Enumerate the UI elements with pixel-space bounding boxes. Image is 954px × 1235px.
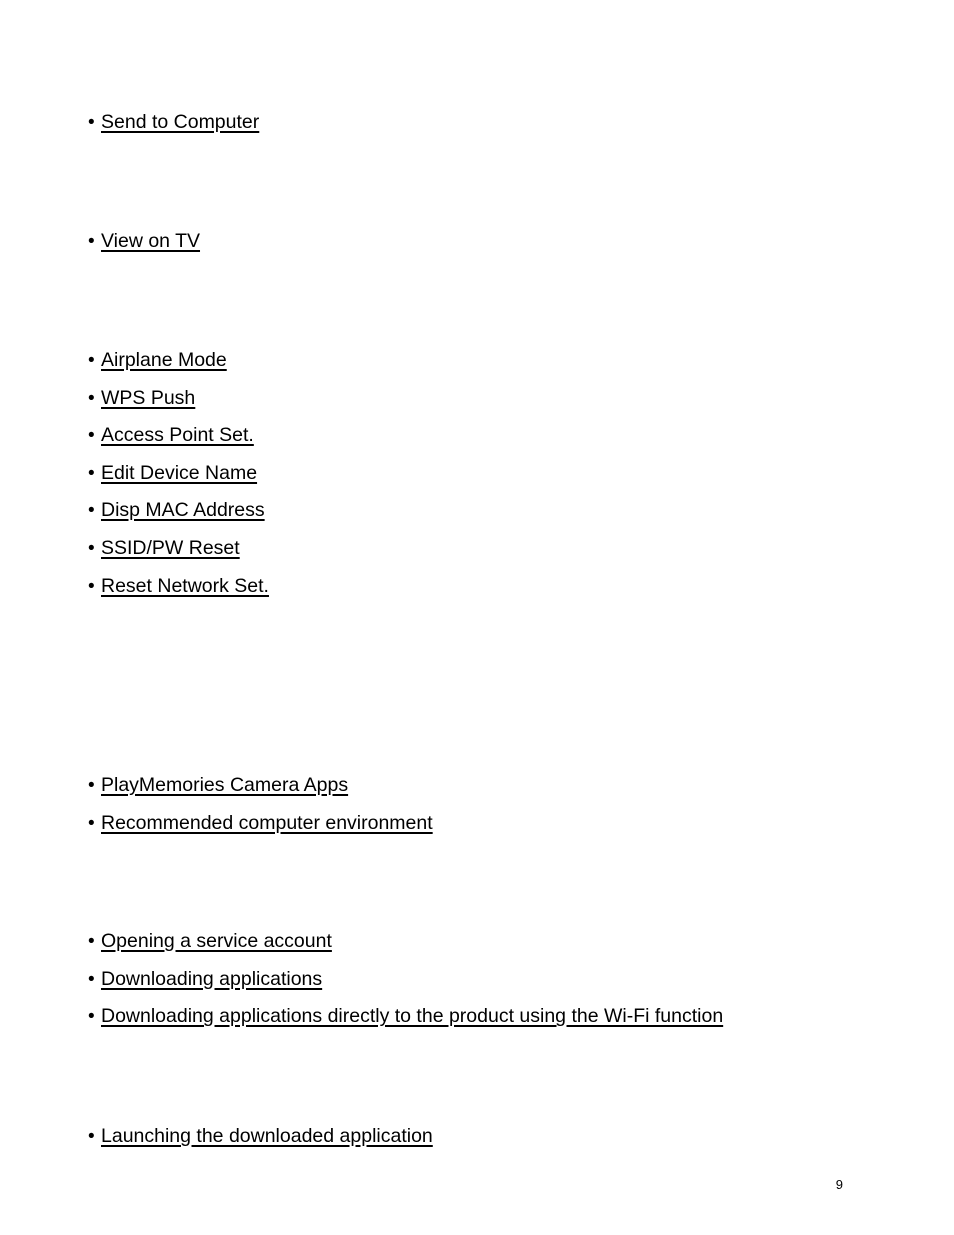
bullet-icon: • <box>88 1126 95 1147</box>
list-item[interactable]: • View on TV <box>88 223 200 261</box>
toc-link[interactable]: Edit Device Name <box>101 462 257 484</box>
page-number: 9 <box>835 1177 843 1192</box>
bullet-icon: • <box>88 231 95 252</box>
bullet-icon: • <box>88 931 95 952</box>
toc-link[interactable]: Recommended computer environment <box>101 812 433 834</box>
send-to-computer-group: • Send to Computer <box>88 104 259 142</box>
list-item[interactable]: • PlayMemories Camera Apps <box>88 767 433 805</box>
list-item[interactable]: • Downloading applications directly to th… <box>88 998 723 1036</box>
bullet-icon: • <box>88 425 95 447</box>
toc-link[interactable]: SSID/PW Reset <box>101 537 240 559</box>
list-item[interactable]: • Reset Network Set. <box>88 568 269 606</box>
bullet-icon: • <box>88 812 95 834</box>
view-on-tv-group: • View on TV <box>88 223 200 261</box>
starting-applications-group: • Launching the downloaded application <box>88 1118 433 1156</box>
toc-link[interactable]: Downloading applications <box>101 968 322 990</box>
toc-link[interactable]: Disp MAC Address <box>101 499 265 521</box>
toc-link[interactable]: Access Point Set. <box>101 424 254 446</box>
bullet-icon: • <box>88 462 95 484</box>
bullet-icon: • <box>88 537 95 559</box>
playmemories-apps-group: • PlayMemories Camera Apps • Recommended co… <box>88 767 433 842</box>
bullet-icon: • <box>88 775 95 796</box>
toc-link[interactable]: View on TV <box>101 230 200 252</box>
list-item[interactable]: • WPS Push <box>88 380 269 418</box>
toc-link[interactable]: WPS Push <box>101 387 195 409</box>
list-item[interactable]: • Send to Computer <box>88 104 259 142</box>
bullet-icon: • <box>88 350 95 371</box>
list-item[interactable]: • Opening a service account <box>88 923 723 961</box>
toc-link[interactable]: PlayMemories Camera Apps <box>101 774 348 796</box>
list-item[interactable]: • Recommended computer environment <box>88 805 433 843</box>
bullet-icon: • <box>88 1006 95 1028</box>
list-item[interactable]: • SSID/PW Reset <box>88 530 269 568</box>
list-item[interactable]: • Edit Device Name <box>88 455 269 493</box>
bullet-icon: • <box>88 112 95 133</box>
bullet-icon: • <box>88 968 95 990</box>
list-item[interactable]: • Disp MAC Address <box>88 492 269 530</box>
list-item[interactable]: • Airplane Mode <box>88 342 269 380</box>
toc-link[interactable]: Airplane Mode <box>101 349 227 371</box>
bullet-icon: • <box>88 575 95 597</box>
toc-link[interactable]: Send to Computer <box>101 111 259 133</box>
network-settings-group: • Airplane Mode • WPS Push • Access Point Set… <box>88 342 269 605</box>
toc-link[interactable]: Opening a service account <box>101 930 332 952</box>
bullet-icon: • <box>88 387 95 409</box>
document-page: • Send to Computer • View on TV • Airplane Mo… <box>0 0 954 1235</box>
installing-applications-group: • Opening a service account • Downloading a… <box>88 923 723 1036</box>
bullet-icon: • <box>88 500 95 522</box>
list-item[interactable]: • Downloading applications <box>88 961 723 999</box>
toc-link[interactable]: Launching the downloaded application <box>101 1125 433 1147</box>
list-item[interactable]: • Launching the downloaded application <box>88 1118 433 1156</box>
toc-link[interactable]: Reset Network Set. <box>101 575 269 597</box>
list-item[interactable]: • Access Point Set. <box>88 417 269 455</box>
toc-link[interactable]: Downloading applications directly to the… <box>101 1005 723 1027</box>
